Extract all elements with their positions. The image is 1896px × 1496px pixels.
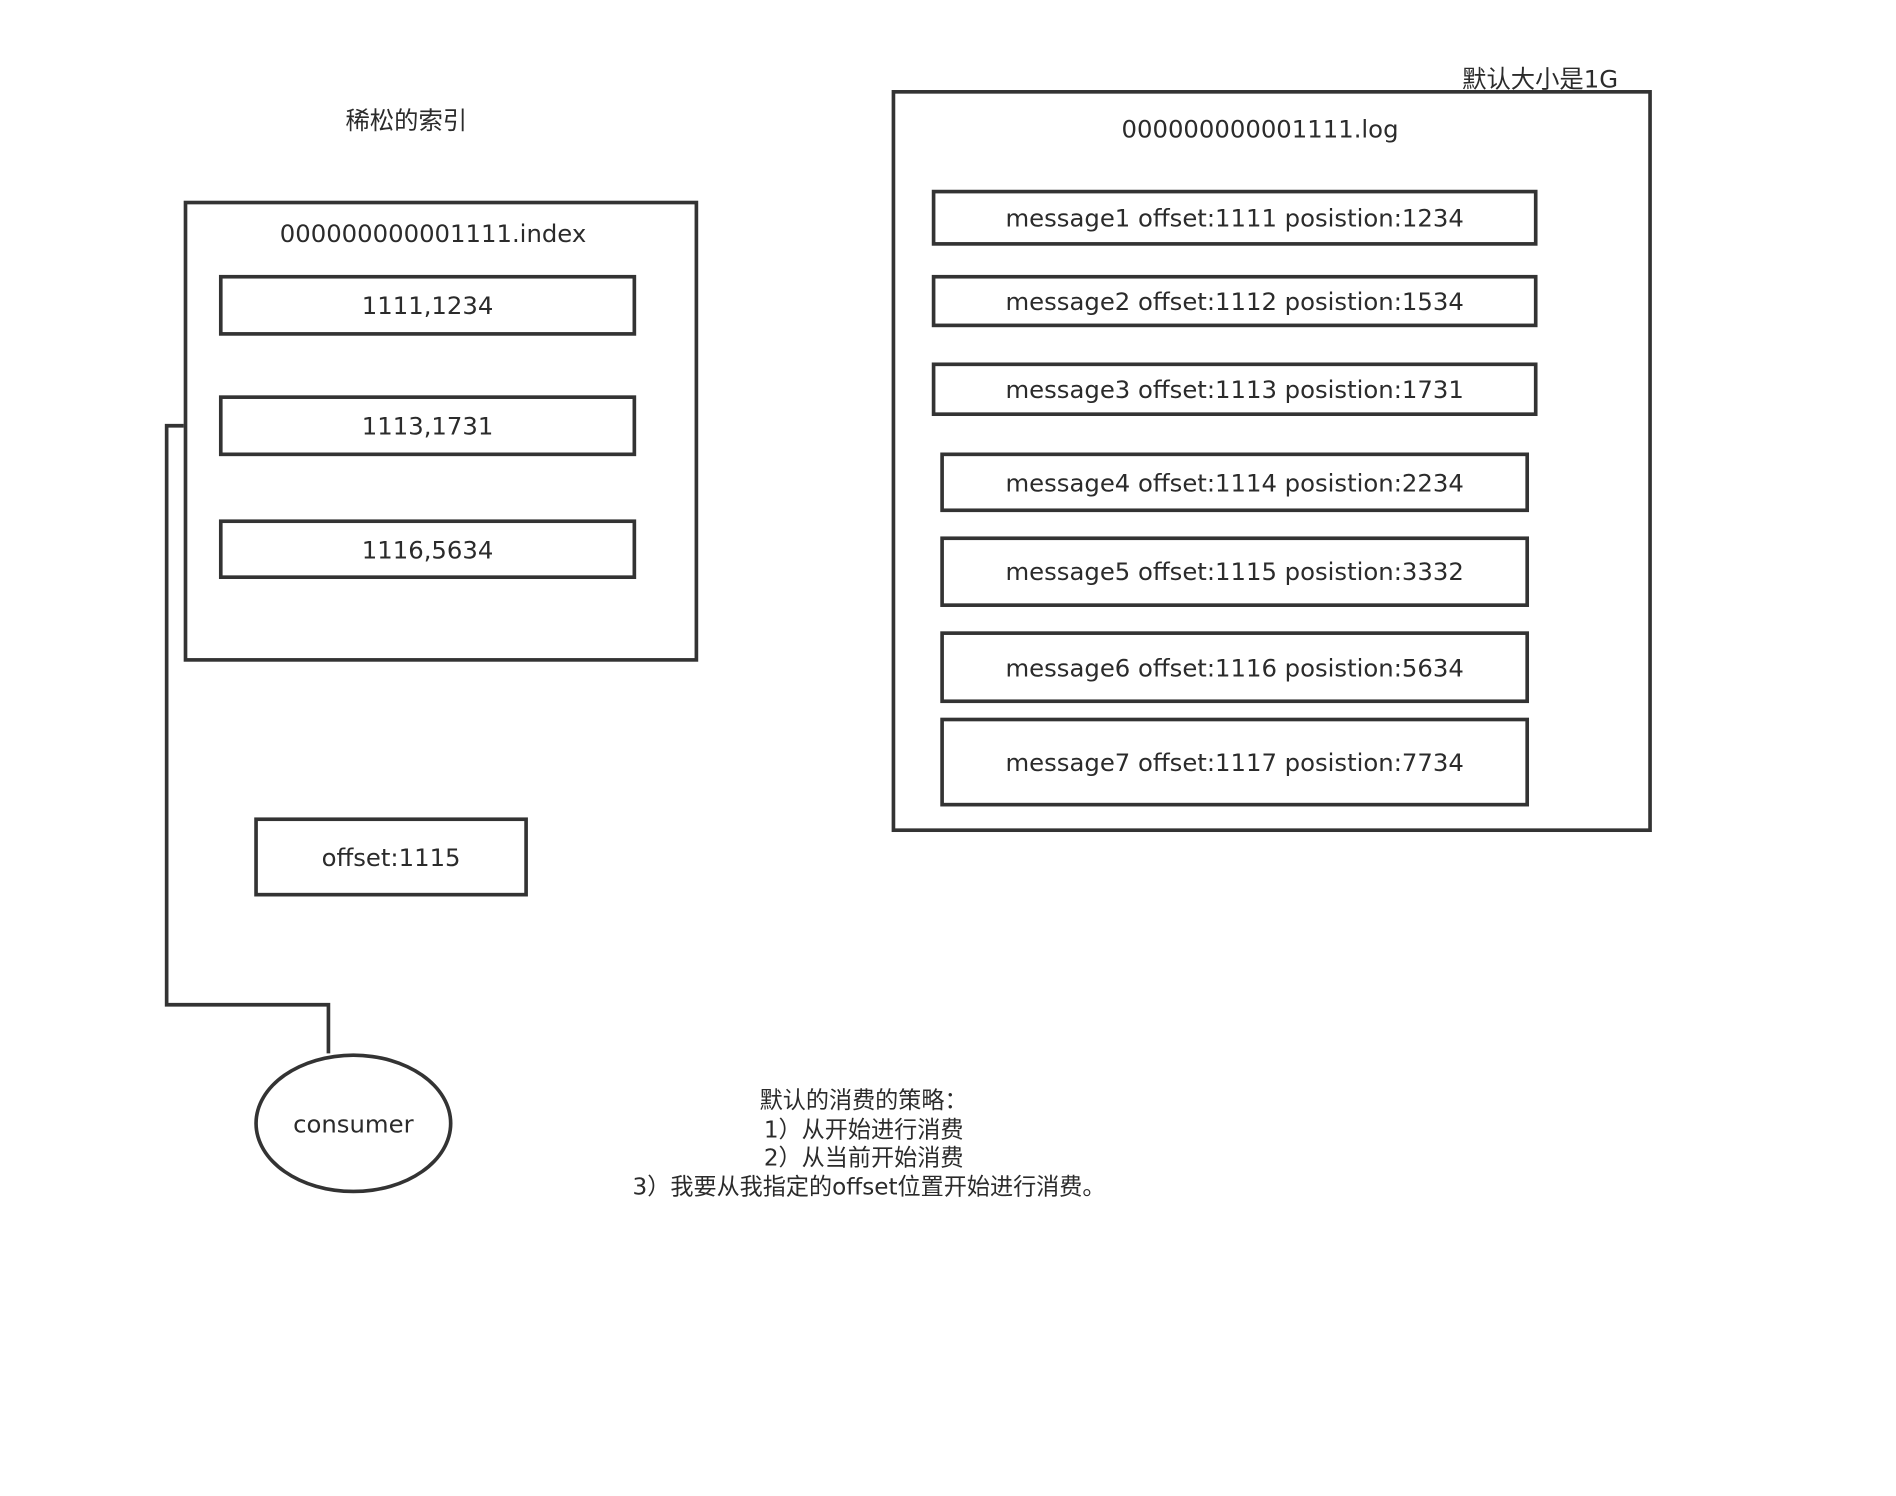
- index-entry: 1111,1234: [218, 274, 637, 336]
- diagram-canvas: 稀松的索引 000000000001111.index 1111,1234 11…: [0, 0, 1896, 1496]
- index-section-title: 稀松的索引: [345, 105, 468, 136]
- log-message: message5 offset:1115 posistion:3332: [940, 536, 1530, 607]
- log-message: message7 offset:1117 posistion:7734: [940, 717, 1530, 807]
- strategy-notes: 默认的消费的策略： 1）从开始进行消费 2）从当前开始消费 3）我要从我指定的o…: [632, 1087, 1106, 1201]
- log-message: message4 offset:1114 posistion:2234: [940, 452, 1530, 513]
- log-message: message3 offset:1113 posistion:1731: [931, 362, 1538, 417]
- index-entry: 1116,5634: [218, 519, 637, 580]
- strategy-line: 1）从开始进行消费: [763, 1116, 964, 1143]
- index-entry: 1113,1731: [218, 395, 637, 457]
- strategy-line: 2）从当前开始消费: [763, 1144, 964, 1172]
- index-filename: 000000000001111.index: [279, 218, 587, 249]
- strategy-line: 3）我要从我指定的offset位置开始进行消费。: [632, 1173, 1106, 1200]
- consumer-node: consumer: [254, 1053, 453, 1194]
- log-message: message6 offset:1116 posistion:5634: [940, 631, 1530, 704]
- strategy-title: 默认的消费的策略：: [759, 1087, 968, 1115]
- consumer-offset-box: offset:1115: [254, 817, 528, 897]
- log-message: message2 offset:1112 posistion:1534: [931, 274, 1538, 328]
- log-filename: 000000000001111.log: [1121, 114, 1399, 144]
- log-message: message1 offset:1111 posistion:1234: [931, 189, 1538, 246]
